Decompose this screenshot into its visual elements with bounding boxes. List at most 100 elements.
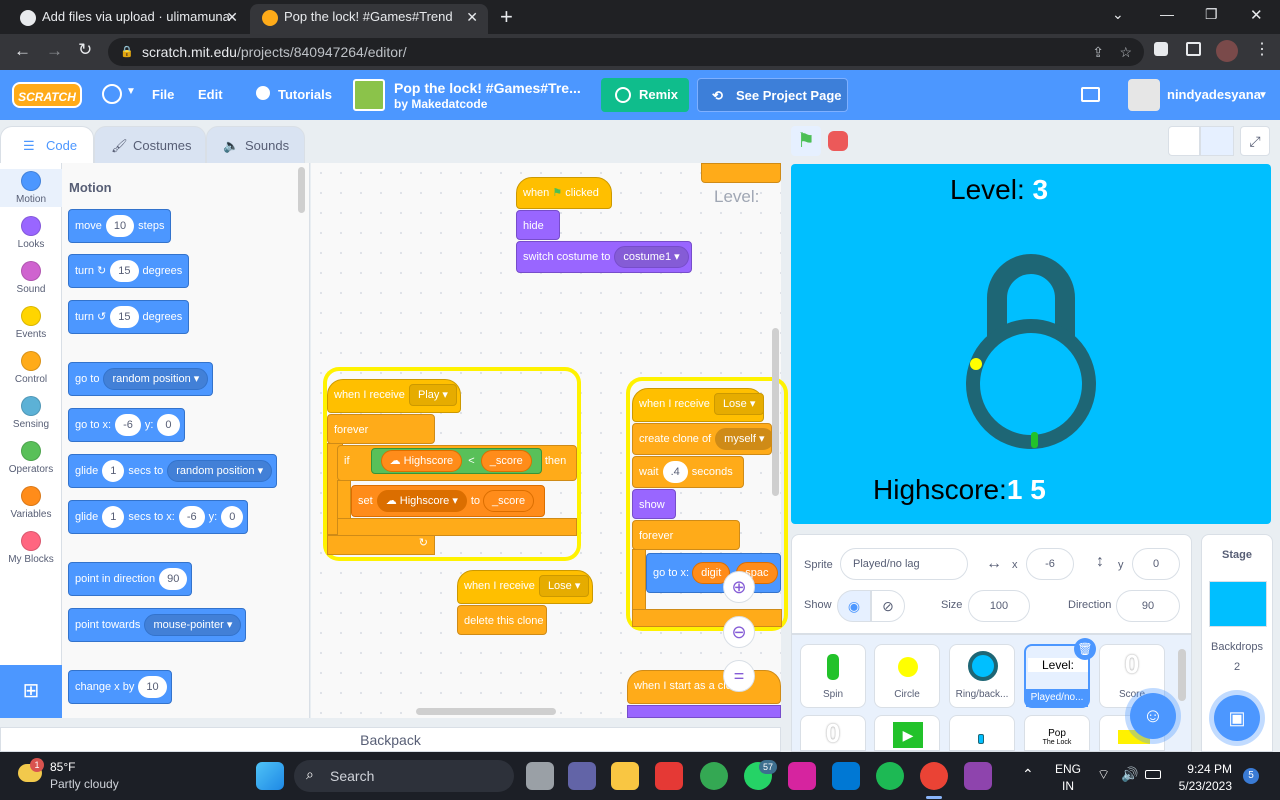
block-show[interactable]: show xyxy=(632,489,676,519)
taskbar-search[interactable]: ⌕ Search xyxy=(294,760,514,792)
battery-icon[interactable] xyxy=(1145,770,1161,779)
scratch-logo[interactable]: SCRATCH xyxy=(12,82,82,108)
side-panel-icon[interactable] xyxy=(1186,42,1201,56)
share-icon[interactable]: ⇪ xyxy=(1092,38,1104,66)
category-looks[interactable]: Looks xyxy=(0,216,62,250)
block-input[interactable]: 0 xyxy=(221,506,244,529)
zoom-reset-button[interactable]: = xyxy=(723,660,755,692)
browser-tab-github[interactable]: Add files via upload · ulimamuna ✕ xyxy=(8,4,248,34)
url-field[interactable]: 🔒 scratch.mit.edu/projects/840947264/edi… xyxy=(108,38,1144,66)
close-window-icon[interactable]: ✕ xyxy=(1250,6,1263,24)
tab-code[interactable]: ☰ Code xyxy=(0,126,94,164)
block-input[interactable]: -6 xyxy=(178,506,205,529)
block-forever-2[interactable]: forever xyxy=(632,520,740,550)
block-input[interactable]: 10 xyxy=(138,676,167,699)
block-when-receive-lose[interactable]: when I receive Lose ▾ xyxy=(457,570,593,604)
teams-chat-icon[interactable] xyxy=(568,762,596,790)
menu-dots-icon[interactable]: ⋮ xyxy=(1254,39,1270,59)
block-forever[interactable]: forever xyxy=(327,414,435,444)
block-goto-xy[interactable]: go to x: -6 y: 0 xyxy=(68,408,185,442)
windows-start-icon[interactable] xyxy=(256,762,284,790)
file-menu[interactable]: File xyxy=(152,70,174,120)
block-dropdown[interactable]: mouse-pointer ▾ xyxy=(144,614,242,637)
zoom-in-button[interactable]: ⊕ xyxy=(723,571,755,603)
block-switch-costume[interactable]: switch costume to costume1 ▾ xyxy=(516,241,692,273)
spotify-icon[interactable] xyxy=(876,762,904,790)
category-sound[interactable]: Sound xyxy=(0,261,62,295)
block-glide-xy[interactable]: glide 1 secs to x: -6 y: 0 xyxy=(68,500,249,534)
block-less-than[interactable]: ☁ Highscore < _score xyxy=(370,448,542,475)
backpack-bar[interactable]: Backpack xyxy=(0,727,781,752)
edit-menu[interactable]: Edit xyxy=(198,70,223,120)
block-input[interactable]: .4 xyxy=(662,461,688,484)
block-input[interactable]: 0 xyxy=(157,414,180,437)
wps-office-icon[interactable] xyxy=(655,762,683,790)
wifi-icon[interactable]: ⌔ xyxy=(1097,766,1110,784)
bookmark-star-icon[interactable]: ☆ xyxy=(1119,38,1132,66)
y-field[interactable]: 0 xyxy=(1132,548,1180,580)
block-input[interactable]: 15 xyxy=(110,306,139,329)
block-dropdown[interactable]: random position ▾ xyxy=(103,368,209,391)
stop-button[interactable] xyxy=(828,131,848,151)
browser-tab-scratch[interactable]: Pop the lock! #Games#Trend ✕ xyxy=(250,4,488,34)
block-turn-left[interactable]: turn ↺ 15 degrees xyxy=(68,300,190,334)
tutorials-menu[interactable]: Tutorials xyxy=(278,70,332,120)
new-tab-button[interactable]: + xyxy=(500,4,513,30)
sprite-tile[interactable]: 0 xyxy=(800,715,866,751)
block-input[interactable]: 90 xyxy=(159,568,188,591)
task-view-icon[interactable] xyxy=(526,762,554,790)
notification-badge[interactable]: 5 xyxy=(1243,768,1259,784)
my-stuff-folder-icon[interactable] xyxy=(1081,87,1100,102)
sprite-list-scrollbar[interactable] xyxy=(1178,649,1186,701)
app-icon[interactable] xyxy=(964,762,992,790)
sprite-tile-ring[interactable]: Ring/back... xyxy=(949,644,1015,708)
block-delete-clone[interactable]: delete this clone xyxy=(457,605,547,635)
chrome-profile-icon[interactable] xyxy=(920,762,948,790)
restore-icon[interactable]: ❐ xyxy=(1205,6,1218,23)
partial-block[interactable] xyxy=(627,705,781,718)
chevron-down-icon[interactable]: ⌄ xyxy=(1112,6,1124,23)
sprite-tile[interactable] xyxy=(949,715,1015,751)
reload-icon[interactable]: ↻ xyxy=(78,40,92,60)
block-input[interactable]: -6 xyxy=(115,414,141,437)
block-dropdown[interactable]: Play ▾ xyxy=(408,384,457,407)
green-flag-button[interactable]: ⚑ xyxy=(791,126,821,156)
see-project-page-button[interactable]: ⟲ See Project Page xyxy=(697,78,848,112)
horizontal-scrollbar[interactable] xyxy=(416,708,556,715)
block-turn-right[interactable]: turn ↻ 15 degrees xyxy=(68,254,190,288)
sprite-tile-circle[interactable]: Circle xyxy=(874,644,940,708)
add-sprite-button[interactable]: ☺ xyxy=(1130,693,1176,739)
show-visible-button[interactable]: ◉ xyxy=(837,590,871,622)
x-field[interactable]: -6 xyxy=(1026,548,1074,580)
block-input[interactable]: 15 xyxy=(110,260,139,283)
cloud-var-highscore[interactable]: ☁ Highscore xyxy=(380,450,463,473)
clock[interactable]: 9:24 PM 5/23/2023 xyxy=(1170,762,1232,793)
block-when-start-as-clone[interactable]: when I start as a clone xyxy=(627,670,781,704)
block-dropdown[interactable]: myself ▾ xyxy=(715,428,774,451)
block-change-x[interactable]: change x by 10 xyxy=(68,670,172,704)
partial-block[interactable] xyxy=(701,163,781,183)
small-stage-button[interactable] xyxy=(1168,126,1200,156)
remix-button[interactable]: Remix xyxy=(601,78,689,112)
block-create-clone[interactable]: create clone of myself ▾ xyxy=(632,423,774,455)
large-stage-button[interactable] xyxy=(1200,126,1234,156)
file-explorer-icon[interactable] xyxy=(611,762,639,790)
weather-widget[interactable]: 1 85°F Partly cloudy xyxy=(16,758,136,794)
category-variables[interactable]: Variables xyxy=(0,486,62,520)
zoom-out-button[interactable]: ⊖ xyxy=(723,616,755,648)
tab-sounds[interactable]: 🔈 Sounds xyxy=(206,126,305,164)
profile-avatar[interactable] xyxy=(1216,40,1238,62)
block-dropdown[interactable]: Lose ▾ xyxy=(538,575,590,598)
stage-selector-panel[interactable]: Stage Backdrops 2 ▣ xyxy=(1201,534,1273,752)
block-dropdown[interactable]: costume1 ▾ xyxy=(614,246,689,269)
instagram-icon[interactable] xyxy=(788,762,816,790)
block-when-receive-lose-2[interactable]: when I receive Lose ▾ xyxy=(632,388,765,422)
back-icon[interactable]: ← xyxy=(14,41,31,61)
block-point-towards[interactable]: point towards mouse-pointer ▾ xyxy=(68,608,247,642)
block-input[interactable]: 1 xyxy=(102,460,125,483)
category-control[interactable]: Control xyxy=(0,351,62,385)
forward-icon[interactable]: → xyxy=(46,41,63,61)
block-when-receive-play[interactable]: when I receive Play ▾ xyxy=(327,379,461,413)
category-motion[interactable]: Motion xyxy=(0,169,62,207)
close-tab-icon[interactable]: ✕ xyxy=(466,4,478,30)
